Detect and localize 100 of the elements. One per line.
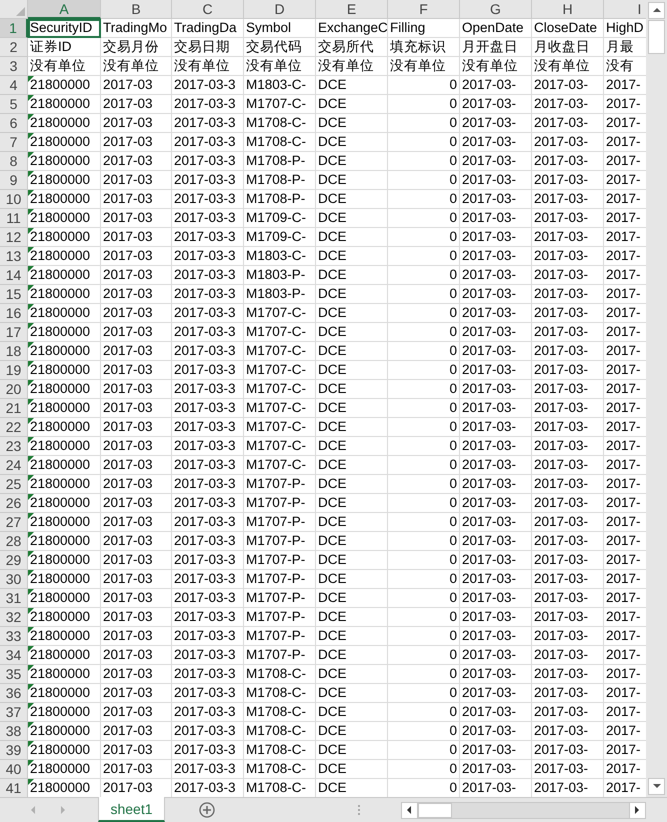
- table-cell[interactable]: 2017-03-3: [172, 399, 244, 418]
- table-cell[interactable]: 2017-03-: [460, 456, 532, 475]
- table-cell[interactable]: 月收盘日: [532, 38, 604, 57]
- table-cell[interactable]: 0: [388, 456, 460, 475]
- table-cell[interactable]: 没有单位: [28, 57, 101, 76]
- table-cell[interactable]: 2017-03: [101, 247, 172, 266]
- table-cell[interactable]: 2017-03-3: [172, 266, 244, 285]
- table-cell[interactable]: 2017-03: [101, 323, 172, 342]
- row-header[interactable]: 32: [0, 608, 28, 627]
- table-cell[interactable]: 2017-03-3: [172, 532, 244, 551]
- table-cell[interactable]: 0: [388, 399, 460, 418]
- table-cell[interactable]: 2017-03: [101, 152, 172, 171]
- table-cell[interactable]: 交易代码: [244, 38, 316, 57]
- column-header[interactable]: D: [244, 0, 316, 19]
- table-cell[interactable]: DCE: [316, 551, 388, 570]
- table-cell[interactable]: Symbol: [244, 19, 316, 38]
- table-cell[interactable]: 2017-03-: [460, 437, 532, 456]
- table-cell[interactable]: 0: [388, 646, 460, 665]
- table-cell[interactable]: 2017-03: [101, 703, 172, 722]
- table-cell[interactable]: DCE: [316, 703, 388, 722]
- table-cell[interactable]: 21800000: [28, 551, 101, 570]
- row-header[interactable]: 39: [0, 741, 28, 760]
- row-header[interactable]: 41: [0, 779, 28, 797]
- table-cell[interactable]: 2017-03-: [532, 114, 604, 133]
- table-cell[interactable]: M1707-C-: [244, 399, 316, 418]
- table-cell[interactable]: DCE: [316, 475, 388, 494]
- table-cell[interactable]: 21800000: [28, 570, 101, 589]
- table-cell[interactable]: 2017-03-3: [172, 95, 244, 114]
- table-cell[interactable]: DCE: [316, 361, 388, 380]
- table-cell[interactable]: 2017-03-: [460, 703, 532, 722]
- row-header[interactable]: 12: [0, 228, 28, 247]
- table-cell[interactable]: 2017-03-: [460, 190, 532, 209]
- table-cell[interactable]: DCE: [316, 190, 388, 209]
- table-cell[interactable]: DCE: [316, 437, 388, 456]
- table-cell[interactable]: 2017-03: [101, 627, 172, 646]
- table-cell[interactable]: 21800000: [28, 646, 101, 665]
- table-cell[interactable]: 2017-03-: [532, 513, 604, 532]
- table-cell[interactable]: 0: [388, 304, 460, 323]
- table-cell[interactable]: 2017-03: [101, 665, 172, 684]
- table-cell[interactable]: 0: [388, 665, 460, 684]
- table-cell[interactable]: 21800000: [28, 437, 101, 456]
- table-cell[interactable]: 2017-03-: [532, 475, 604, 494]
- row-header[interactable]: 8: [0, 152, 28, 171]
- table-cell[interactable]: 21800000: [28, 285, 101, 304]
- table-cell[interactable]: 21800000: [28, 361, 101, 380]
- table-cell[interactable]: 2017-03-: [460, 722, 532, 741]
- column-header[interactable]: B: [101, 0, 172, 19]
- table-cell[interactable]: 21800000: [28, 380, 101, 399]
- table-cell[interactable]: DCE: [316, 627, 388, 646]
- table-cell[interactable]: 2017-03: [101, 228, 172, 247]
- table-cell[interactable]: M1707-C-: [244, 380, 316, 399]
- table-cell[interactable]: 2017-03: [101, 437, 172, 456]
- table-cell[interactable]: M1707-P-: [244, 513, 316, 532]
- table-cell[interactable]: M1708-C-: [244, 133, 316, 152]
- row-header[interactable]: 4: [0, 76, 28, 95]
- table-cell[interactable]: 2017-03-: [532, 418, 604, 437]
- row-header[interactable]: 19: [0, 361, 28, 380]
- table-cell[interactable]: 2017-03-: [532, 152, 604, 171]
- table-cell[interactable]: DCE: [316, 722, 388, 741]
- table-cell[interactable]: 2017-03-3: [172, 589, 244, 608]
- table-cell[interactable]: M1707-P-: [244, 589, 316, 608]
- table-cell[interactable]: DCE: [316, 741, 388, 760]
- scroll-thumb[interactable]: [648, 20, 665, 54]
- table-cell[interactable]: 2017-03-: [532, 741, 604, 760]
- table-cell[interactable]: 2017-03-3: [172, 513, 244, 532]
- table-cell[interactable]: 2017-03-: [532, 684, 604, 703]
- table-cell[interactable]: 2017-03: [101, 551, 172, 570]
- table-cell[interactable]: 21800000: [28, 703, 101, 722]
- column-header[interactable]: I: [604, 0, 646, 19]
- table-cell[interactable]: 21800000: [28, 342, 101, 361]
- table-cell[interactable]: 2017-03-3: [172, 418, 244, 437]
- table-cell[interactable]: 2017-03: [101, 475, 172, 494]
- column-header[interactable]: E: [316, 0, 388, 19]
- table-cell[interactable]: 0: [388, 361, 460, 380]
- table-cell[interactable]: 2017-03-: [460, 494, 532, 513]
- table-cell[interactable]: 0: [388, 247, 460, 266]
- table-cell[interactable]: M1707-C-: [244, 323, 316, 342]
- row-header[interactable]: 24: [0, 456, 28, 475]
- table-cell[interactable]: 2017-03-3: [172, 361, 244, 380]
- table-cell[interactable]: 2017-03-: [460, 646, 532, 665]
- splitter-handle-icon[interactable]: [357, 804, 361, 816]
- table-cell[interactable]: 2017-03-: [460, 475, 532, 494]
- table-cell[interactable]: M1707-C-: [244, 456, 316, 475]
- row-header[interactable]: 33: [0, 627, 28, 646]
- table-cell[interactable]: 21800000: [28, 209, 101, 228]
- table-cell[interactable]: 2017-03-: [532, 228, 604, 247]
- table-cell[interactable]: 0: [388, 722, 460, 741]
- table-cell[interactable]: 2017-03-: [460, 399, 532, 418]
- scroll-right-button[interactable]: [629, 802, 646, 818]
- table-cell[interactable]: 2017-03-: [460, 380, 532, 399]
- table-cell[interactable]: 2017-03-: [460, 95, 532, 114]
- table-cell[interactable]: 2017-03-: [460, 741, 532, 760]
- table-cell[interactable]: 2017-03-3: [172, 665, 244, 684]
- table-cell[interactable]: 2017-03-: [532, 361, 604, 380]
- row-header[interactable]: 34: [0, 646, 28, 665]
- table-cell[interactable]: 2017-03-3: [172, 285, 244, 304]
- table-cell[interactable]: 2017-03-3: [172, 171, 244, 190]
- column-header[interactable]: F: [388, 0, 460, 19]
- row-header[interactable]: 6: [0, 114, 28, 133]
- table-cell[interactable]: M1708-C-: [244, 741, 316, 760]
